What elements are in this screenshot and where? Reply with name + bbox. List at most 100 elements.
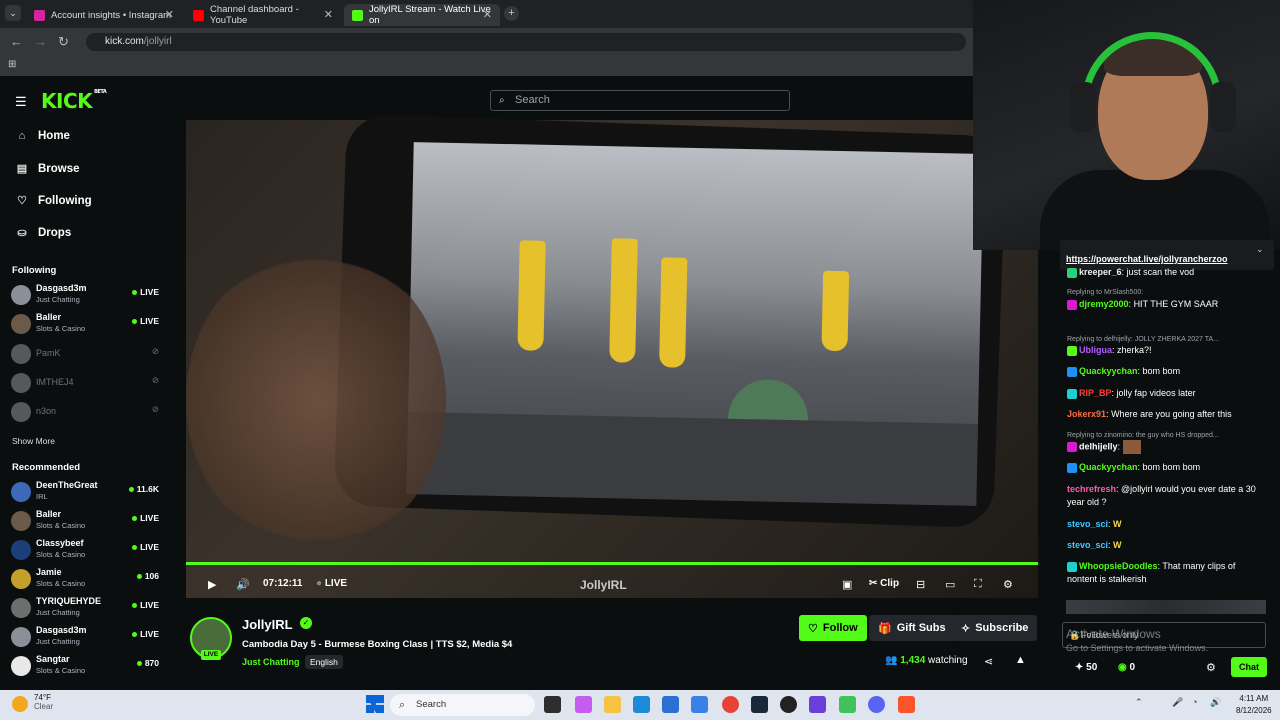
app-icon[interactable]: [839, 696, 856, 713]
following-channel[interactable]: Baller Slots & Casino LIVE: [11, 310, 161, 338]
apps-grid-icon[interactable]: ⊞: [8, 59, 16, 70]
settings-icon[interactable]: ⚙: [1003, 578, 1013, 591]
live-indicator[interactable]: ● LIVE: [316, 578, 347, 589]
brave-icon[interactable]: [898, 696, 915, 713]
recommended-channel[interactable]: DeenTheGreat IRL 11.6K: [11, 478, 161, 506]
share-icon[interactable]: ⋖: [984, 655, 993, 668]
chat-username[interactable]: delhijelly: [1079, 441, 1118, 451]
volume-icon[interactable]: 🔊: [236, 578, 250, 591]
chat-username[interactable]: stevo_sci: [1067, 540, 1108, 550]
kick-points[interactable]: ◉ 0: [1118, 662, 1135, 673]
live-dot-icon: [132, 632, 138, 638]
recommended-channel[interactable]: Jamie Slots & Casino 106: [11, 565, 161, 593]
stream-language-tag[interactable]: English: [305, 655, 343, 669]
nav-browse[interactable]: ▤ Browse: [14, 162, 80, 176]
discord-icon[interactable]: [868, 696, 885, 713]
following-channel[interactable]: Dasgasd3m Just Chatting LIVE: [11, 281, 161, 309]
chat-username[interactable]: Quackyychan: [1079, 462, 1138, 472]
live-status: LIVE: [132, 600, 159, 610]
steam-icon[interactable]: [751, 696, 768, 713]
chat-username[interactable]: kreeper_6: [1079, 267, 1122, 277]
search-icon: ⌕: [499, 95, 505, 106]
clip-button[interactable]: ✂ Clip: [869, 578, 899, 589]
chat-username[interactable]: Ubligua: [1079, 345, 1112, 355]
show-more-link[interactable]: Show More: [12, 436, 55, 446]
weather-icon[interactable]: [12, 696, 28, 712]
following-channel[interactable]: PamK ⊘: [11, 340, 161, 368]
tab-youtube[interactable]: Channel dashboard - YouTube ✕: [185, 4, 341, 26]
recommended-channel[interactable]: Baller Slots & Casino LIVE: [11, 507, 161, 535]
system-clock[interactable]: 4:11 AM 8/12/2026: [1236, 693, 1272, 717]
nav-drops[interactable]: ⛀ Drops: [14, 226, 71, 240]
taskbar-search[interactable]: ⌕ Search: [390, 694, 535, 716]
search-icon: ⌕: [399, 699, 406, 711]
nav-following[interactable]: ♡ Following: [14, 194, 92, 208]
gift-subs-button[interactable]: 🎁 Gift Subs: [869, 615, 955, 641]
chevron-down-icon[interactable]: ⌄: [1256, 244, 1264, 255]
following-channel[interactable]: IMTHEJ4 ⊘: [11, 369, 161, 397]
tab-kick[interactable]: JollyIRL Stream - Watch Live on ✕: [344, 4, 500, 26]
recommended-channel[interactable]: TYRIQUEHYDE Just Chatting LIVE: [11, 594, 161, 622]
following-heading: Following: [12, 265, 57, 276]
chat-username[interactable]: stevo_sci: [1067, 519, 1108, 529]
weather-widget[interactable]: 74°F Clear: [34, 693, 53, 711]
copilot-icon[interactable]: [575, 696, 592, 713]
clock-time: 4:11 AM: [1239, 694, 1269, 703]
miniplayer-icon[interactable]: ▣: [842, 578, 852, 591]
close-icon[interactable]: ✕: [324, 8, 333, 21]
send-chat-button[interactable]: Chat: [1231, 657, 1267, 677]
new-tab-button[interactable]: +: [504, 6, 519, 21]
app-icon[interactable]: [780, 696, 797, 713]
progress-bar[interactable]: [186, 562, 1038, 565]
tab-instagram[interactable]: Account insights • Instagram ✕: [26, 4, 182, 26]
recommended-channel[interactable]: Sangtar Slots & Casino 870: [11, 652, 161, 680]
recommended-channel[interactable]: Dasgasd3m Just Chatting LIVE: [11, 623, 161, 651]
app-icon[interactable]: [809, 696, 826, 713]
channel-name: n3on: [36, 406, 57, 416]
chat-username[interactable]: Jokerx91: [1067, 409, 1106, 419]
theater-mode-icon[interactable]: ▭: [945, 578, 955, 591]
nav-home[interactable]: ⌂ Home: [14, 130, 70, 142]
captions-icon[interactable]: ⊟: [916, 578, 925, 591]
chat-username[interactable]: techrefresh: [1067, 484, 1116, 494]
wifi-icon[interactable]: ◔: [1192, 697, 1197, 707]
emote-bar[interactable]: [1066, 600, 1266, 614]
channel-name: Baller: [36, 312, 62, 322]
close-icon[interactable]: ✕: [483, 8, 492, 21]
chat-username[interactable]: djremy2000: [1079, 299, 1129, 309]
close-icon[interactable]: ✕: [165, 8, 174, 21]
forward-icon[interactable]: →: [34, 34, 47, 49]
back-icon[interactable]: ←: [10, 34, 23, 49]
tab-list-button[interactable]: ⌄: [5, 5, 21, 21]
menu-icon[interactable]: ☰: [15, 94, 27, 110]
file-explorer-icon[interactable]: [604, 696, 621, 713]
report-icon[interactable]: ▲: [1015, 654, 1026, 666]
chat-username[interactable]: WhoopsieDoodles: [1079, 561, 1158, 571]
chrome-icon[interactable]: [722, 696, 739, 713]
following-channel[interactable]: n3on ⊘: [11, 398, 161, 426]
follow-button[interactable]: ♡ Follow: [799, 615, 867, 641]
volume-icon[interactable]: 🔊: [1210, 697, 1221, 708]
search-input[interactable]: ⌕ Search: [490, 90, 790, 111]
chat-settings-icon[interactable]: ⚙: [1206, 661, 1216, 674]
chat-username[interactable]: Quackyychan: [1079, 366, 1138, 376]
store-icon[interactable]: [662, 696, 679, 713]
fullscreen-icon[interactable]: ⛶: [974, 578, 982, 591]
mic-icon[interactable]: 🎤: [1172, 697, 1183, 708]
edge-icon[interactable]: [633, 696, 650, 713]
outlook-icon[interactable]: [691, 696, 708, 713]
tray-chevron-icon[interactable]: ⌃: [1135, 697, 1143, 708]
url-field[interactable]: kick.com/jollyirl: [86, 33, 966, 51]
recommended-channel[interactable]: Classybeef Slots & Casino LIVE: [11, 536, 161, 564]
subscribe-button[interactable]: ✧ Subscribe: [952, 615, 1038, 641]
streamer-name[interactable]: JollyIRL: [242, 617, 293, 632]
channel-points[interactable]: ✦ 50: [1075, 662, 1097, 673]
kick-logo[interactable]: KICK BETA: [41, 89, 107, 113]
play-icon[interactable]: ▶: [208, 578, 216, 591]
stream-category[interactable]: Just Chatting: [242, 657, 300, 667]
task-view-icon[interactable]: [544, 696, 561, 713]
chat-username[interactable]: RIP_BP: [1079, 388, 1112, 398]
channel-name: PamK: [36, 348, 61, 358]
pinned-link[interactable]: https://powerchat.live/jollyrancherzoo: [1066, 254, 1228, 264]
reload-icon[interactable]: ↻: [58, 34, 69, 50]
